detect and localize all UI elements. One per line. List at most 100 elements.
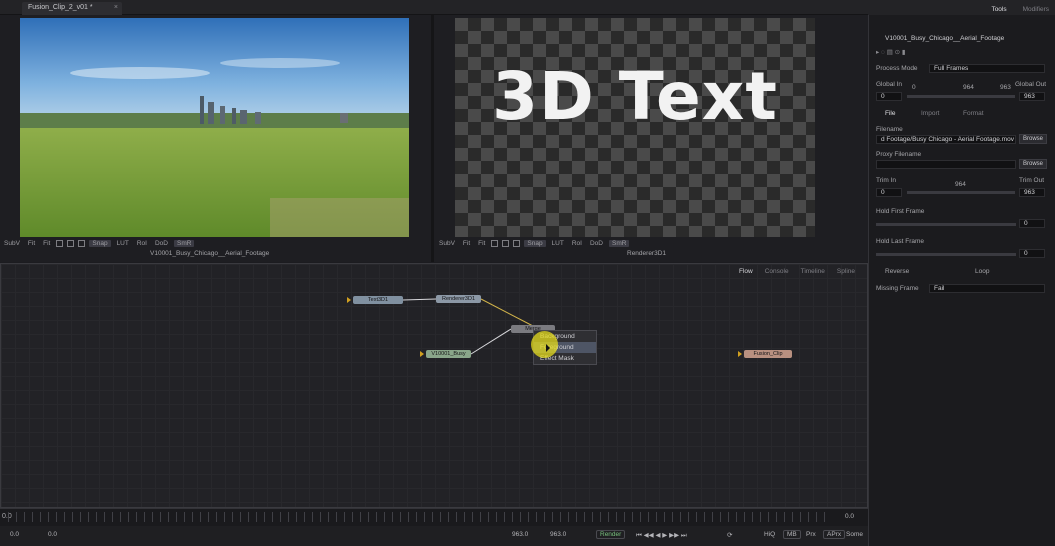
hold-first-field[interactable]: 0: [1019, 219, 1045, 228]
proxy-filename-label: Proxy Filename: [876, 151, 922, 158]
lut-button[interactable]: LUT: [550, 240, 566, 247]
hold-last-slider[interactable]: [876, 253, 1016, 256]
lut-button[interactable]: LUT: [115, 240, 131, 247]
inspector-header: Tools Modifiers: [868, 0, 1055, 15]
smr-button[interactable]: SmR: [608, 239, 630, 247]
render-button[interactable]: Render: [596, 530, 626, 539]
fit-button[interactable]: Fit: [26, 240, 37, 247]
viewer-divider[interactable]: [431, 15, 434, 262]
subtab-file[interactable]: File: [885, 110, 895, 117]
time-ruler[interactable]: 0.0 0.0: [0, 508, 868, 526]
left-viewer-name: V10001_Busy_Chicago__Aerial_Footage: [150, 250, 270, 257]
node-input-port[interactable]: [347, 297, 351, 303]
subv-button[interactable]: SubV: [2, 240, 22, 247]
tab-fusion-clip[interactable]: Fusion_Clip_2_v01 * ×: [22, 2, 122, 15]
rect-icon[interactable]: [502, 239, 510, 247]
filename-field[interactable]: d Footage/Busy Chicago - Aerial Footage.…: [876, 135, 1016, 144]
mouse-pointer-icon: [546, 344, 550, 352]
roi-button[interactable]: RoI: [570, 240, 584, 247]
trim-scale-mid: 964: [955, 181, 966, 188]
subtab-import[interactable]: Import: [921, 110, 939, 117]
hold-first-slider[interactable]: [876, 223, 1016, 226]
global-scale-end: 963: [1000, 84, 1011, 91]
global-in-field[interactable]: 0: [876, 92, 902, 101]
process-mode-select[interactable]: Full Frames: [929, 64, 1045, 73]
mb-button[interactable]: MB: [783, 530, 801, 539]
loop-checkbox[interactable]: Loop: [975, 268, 1025, 275]
inspector-panel: V10001_Busy_Chicago__Aerial_Footage ▸ ◌ …: [868, 15, 1055, 546]
proxy-browse-button[interactable]: Browse: [1019, 159, 1047, 169]
tab-title: Fusion_Clip_2_v01 *: [28, 4, 93, 11]
dod-button[interactable]: DoD: [153, 240, 170, 247]
fit-button-2[interactable]: Fit: [41, 240, 52, 247]
node-text3d[interactable]: Text3D1: [353, 296, 403, 304]
close-icon[interactable]: ×: [114, 4, 118, 11]
rect-icon[interactable]: [67, 239, 75, 247]
trim-out-field[interactable]: 963: [1019, 188, 1045, 197]
node-editor[interactable]: Flow Console Timeline Spline Text3D1 Ren…: [0, 263, 868, 508]
playback-controls-icon[interactable]: ⏮ ◀◀ ◀ ▶ ▶▶ ⏭: [636, 531, 687, 540]
trim-in-field[interactable]: 0: [876, 188, 902, 197]
3d-text-render: 3D Text: [492, 58, 778, 135]
prx-button[interactable]: Prx: [806, 531, 816, 538]
hold-last-field[interactable]: 0: [1019, 249, 1045, 258]
hold-last-frame-label: Hold Last Frame: [876, 238, 925, 245]
snap-button[interactable]: Snap: [524, 239, 546, 247]
fit-button[interactable]: Fit: [461, 240, 472, 247]
fit-button-2[interactable]: Fit: [476, 240, 487, 247]
trim-out-label: Trim Out: [1019, 177, 1045, 184]
proxy-filename-field[interactable]: [876, 160, 1016, 169]
node-connections: [402, 298, 534, 355]
time-end: 0.0: [844, 513, 854, 520]
global-scale-start: 0: [912, 84, 916, 91]
missing-frame-select[interactable]: Fail: [929, 284, 1045, 293]
chicago-field-image: [20, 18, 409, 237]
smr-button[interactable]: SmR: [173, 239, 195, 247]
render-start-time[interactable]: 0.0: [48, 531, 57, 538]
dod-button[interactable]: DoD: [588, 240, 605, 247]
inspector-tabs: Tools Modifiers: [991, 6, 1049, 13]
browse-button[interactable]: Browse: [1019, 134, 1047, 144]
inspector-node-name: V10001_Busy_Chicago__Aerial_Footage: [885, 35, 1005, 42]
ruler-ticks[interactable]: [8, 512, 828, 522]
node-media-in[interactable]: V10001_Busy: [426, 350, 471, 358]
hold-first-frame-label: Hold First Frame: [876, 208, 925, 215]
circle-icon[interactable]: [513, 239, 521, 247]
render-end-time[interactable]: 963.0: [512, 531, 528, 538]
node-input-port[interactable]: [420, 351, 424, 357]
right-viewer-image[interactable]: 3D Text: [455, 18, 815, 237]
checker-icon[interactable]: [491, 239, 499, 247]
hiq-button[interactable]: HiQ: [764, 531, 775, 538]
snap-button[interactable]: Snap: [89, 239, 111, 247]
viewer-area: 3D Text SubV Fit Fit Snap LUT RoI DoD Sm…: [0, 15, 868, 262]
left-viewer-toolbar: SubV Fit Fit Snap LUT RoI DoD SmR: [2, 237, 195, 249]
checker-icon[interactable]: [56, 239, 64, 247]
left-viewer-image[interactable]: [20, 18, 409, 237]
node-media-out[interactable]: Fusion_Clip: [744, 350, 792, 358]
transport-bar: 0.0 0.0 963.0 963.0 Render ⏮ ◀◀ ◀ ▶ ▶▶ ⏭…: [0, 526, 868, 546]
node-input-port[interactable]: [738, 351, 742, 357]
tab-modifiers[interactable]: Modifiers: [1023, 6, 1049, 13]
aprx-button[interactable]: APrx: [823, 530, 846, 539]
global-out-label: Global Out: [1015, 81, 1047, 88]
document-tab-bar: Fusion_Clip_2_v01 * ×: [0, 0, 868, 15]
global-range-slider[interactable]: [907, 95, 1015, 98]
right-viewer-toolbar: SubV Fit Fit Snap LUT RoI DoD SmR: [437, 237, 630, 249]
global-start-time[interactable]: 0.0: [10, 531, 19, 538]
roi-button[interactable]: RoI: [135, 240, 149, 247]
trim-range-slider[interactable]: [907, 191, 1015, 194]
inspector-icon-row[interactable]: ▸ ◌ ▤ ⊙ ▮: [876, 48, 1050, 56]
subv-button[interactable]: SubV: [437, 240, 457, 247]
circle-icon[interactable]: [78, 239, 86, 247]
filename-label: Filename: [876, 126, 903, 133]
cursor-highlight: [531, 331, 558, 358]
some-button[interactable]: Some: [846, 531, 863, 538]
loop-icon[interactable]: ⟳: [727, 531, 732, 539]
subtab-format[interactable]: Format: [963, 110, 984, 117]
right-viewer-name: Renderer3D1: [627, 250, 667, 257]
global-end-time[interactable]: 963.0: [550, 531, 566, 538]
node-renderer3d[interactable]: Renderer3D1: [436, 295, 481, 303]
global-out-field[interactable]: 963: [1019, 92, 1045, 101]
tab-tools[interactable]: Tools: [991, 6, 1006, 13]
reverse-checkbox[interactable]: Reverse: [885, 268, 945, 275]
